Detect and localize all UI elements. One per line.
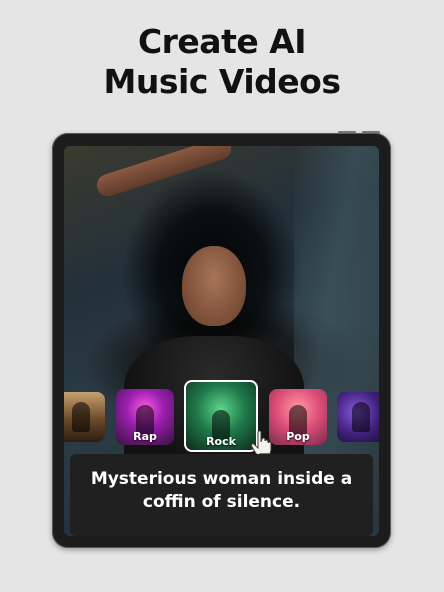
headline-line-1: Create AI — [137, 22, 307, 61]
concert-thumbnail-icon — [352, 402, 370, 432]
band-thumbnail-icon — [72, 402, 90, 432]
headline: Create AI Music Videos — [0, 22, 444, 102]
genre-chip-pop[interactable]: Pop — [269, 389, 327, 445]
tablet-frame: Rap Rock Pop Mysterious woman inside a c… — [52, 131, 391, 548]
video-caption: Mysterious woman inside a coffin of sile… — [70, 468, 373, 514]
headline-line-2: Music Videos — [103, 62, 341, 101]
genre-chip-band[interactable] — [64, 392, 105, 442]
genre-label-rock: Rock — [206, 435, 236, 448]
caption-line-2: coffin of silence. — [142, 492, 301, 512]
power-button — [362, 131, 380, 134]
caption-line-1: Mysterious woman inside a — [90, 469, 353, 489]
genre-chip-concert[interactable] — [337, 392, 379, 442]
arm — [94, 146, 234, 200]
caption-card: Mysterious woman inside a coffin of sile… — [70, 454, 373, 536]
genre-label-rap: Rap — [133, 430, 157, 443]
face — [182, 246, 246, 326]
genre-carousel: Rap Rock Pop — [64, 380, 379, 458]
genre-chip-rock-selected[interactable]: Rock — [184, 380, 258, 452]
volume-button — [338, 131, 356, 134]
genre-label-pop: Pop — [286, 430, 310, 443]
genre-chip-rap[interactable]: Rap — [116, 389, 174, 445]
tablet-screen: Rap Rock Pop Mysterious woman inside a c… — [64, 146, 379, 536]
